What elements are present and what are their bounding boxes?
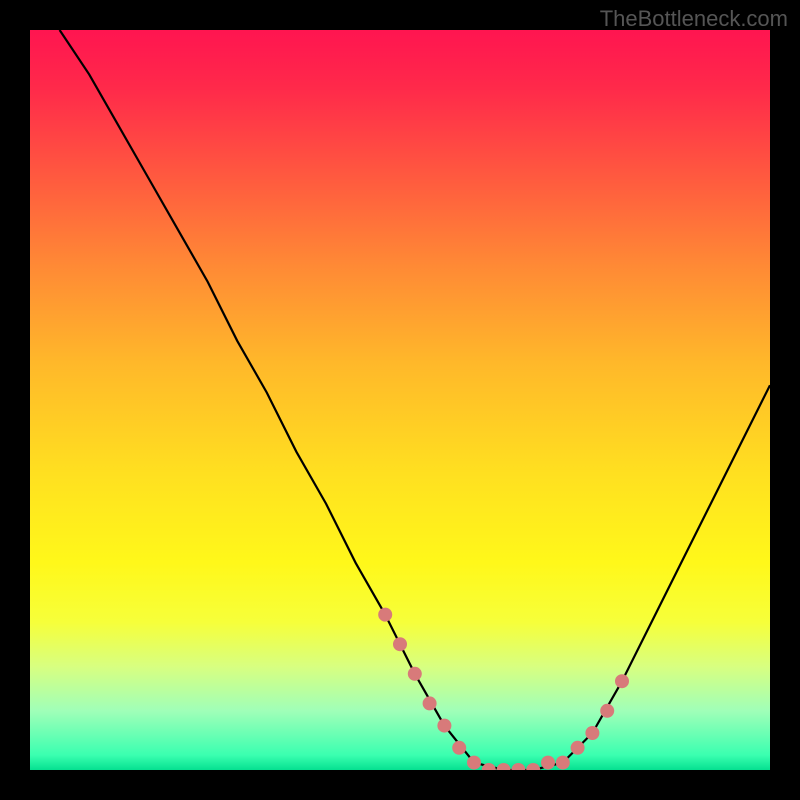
highlight-dot xyxy=(541,756,555,770)
highlight-dots xyxy=(378,608,629,770)
chart-plot xyxy=(30,30,770,770)
highlight-dot xyxy=(556,756,570,770)
highlight-dot xyxy=(393,637,407,651)
highlight-dot xyxy=(423,696,437,710)
watermark-text: TheBottleneck.com xyxy=(600,6,788,32)
highlight-dot xyxy=(571,741,585,755)
highlight-dot xyxy=(526,763,540,770)
highlight-dot xyxy=(600,704,614,718)
bottleneck-curve xyxy=(60,30,770,770)
highlight-dot xyxy=(497,763,511,770)
highlight-dot xyxy=(408,667,422,681)
highlight-dot xyxy=(615,674,629,688)
chart-svg xyxy=(30,30,770,770)
highlight-dot xyxy=(467,756,481,770)
highlight-dot xyxy=(511,763,525,770)
highlight-dot xyxy=(437,719,451,733)
highlight-dot xyxy=(452,741,466,755)
highlight-dot xyxy=(378,608,392,622)
highlight-dot xyxy=(585,726,599,740)
